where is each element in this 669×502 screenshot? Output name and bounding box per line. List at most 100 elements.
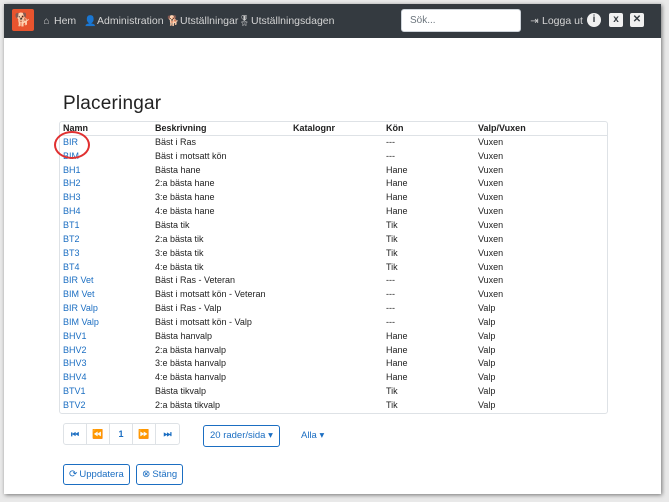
- cell-description: Bäst i Ras: [155, 137, 197, 148]
- dog-logo-icon[interactable]: 🐕: [12, 9, 34, 31]
- cell-description: 2:a bästa tikvalp: [155, 399, 221, 410]
- cell-name[interactable]: BHV4: [60, 370, 152, 384]
- cell-sex: Hane: [386, 164, 408, 175]
- cell-name[interactable]: BHV3: [60, 357, 152, 371]
- cell-age-class: Valp: [478, 358, 496, 369]
- cell-name[interactable]: BT4: [60, 260, 152, 274]
- cell-name[interactable]: BIM Vet: [60, 287, 152, 301]
- users-cog-icon: 👤: [84, 16, 97, 27]
- cell-age-class: Vuxen: [478, 219, 504, 230]
- filter-dropdown[interactable]: Alla ▾: [301, 425, 324, 447]
- table-row[interactable]: BHV4 4:e bästa hanvalp Hane Valp: [60, 370, 607, 384]
- next-page-button[interactable]: ⏩: [133, 424, 156, 444]
- dog-icon: 🐕: [167, 16, 180, 27]
- table-row[interactable]: BIM Vet Bäst i motsatt kön - Veteran --- Vu…: [60, 287, 607, 301]
- excel-file-icon[interactable]: x: [609, 13, 623, 27]
- last-page-button[interactable]: ⏭: [156, 424, 179, 444]
- nav-shows[interactable]: 🐕Utställningar: [167, 4, 238, 38]
- previous-page-button[interactable]: ⏪: [87, 424, 110, 444]
- cell-catalog: [290, 273, 383, 287]
- close-icon[interactable]: ✕: [630, 13, 644, 27]
- cell-catalog: [290, 357, 383, 371]
- home-icon: ⌂: [43, 16, 50, 27]
- cell-name[interactable]: BIR: [60, 135, 152, 149]
- cell-catalog: [290, 398, 383, 412]
- cell-age-class: Valp: [478, 330, 496, 341]
- column-header-name[interactable]: Namn: [60, 122, 152, 136]
- cell-name[interactable]: BH1: [60, 163, 152, 177]
- cell-age-class: Valp: [478, 386, 496, 397]
- cell-name[interactable]: BH3: [60, 190, 152, 204]
- column-header-age-class[interactable]: Valp/Vuxen: [475, 122, 607, 136]
- cell-name[interactable]: BIM: [60, 149, 152, 163]
- table-row[interactable]: BIM Valp Bäst i motsatt kön - Valp --- Valp: [60, 315, 607, 329]
- table-row[interactable]: BIR Valp Bäst i Ras - Valp --- Valp: [60, 301, 607, 315]
- first-page-button[interactable]: ⏮: [64, 424, 87, 444]
- cell-age-class: Vuxen: [478, 247, 504, 258]
- page-size-dropdown[interactable]: 20 rader/sida ▾: [203, 425, 280, 447]
- nav-administration[interactable]: 👤Administration: [84, 4, 164, 38]
- table-row[interactable]: BIM Bäst i motsatt kön --- Vuxen: [60, 149, 607, 163]
- cell-name[interactable]: BHV1: [60, 329, 152, 343]
- cell-name[interactable]: BH2: [60, 177, 152, 191]
- cell-age-class: Vuxen: [478, 261, 504, 272]
- table-row[interactable]: BT4 4:e bästa tik Tik Vuxen: [60, 260, 607, 274]
- cell-name[interactable]: BTV1: [60, 384, 152, 398]
- cell-age-class: Vuxen: [478, 192, 504, 203]
- cell-name[interactable]: BT2: [60, 232, 152, 246]
- cell-name[interactable]: BIM Valp: [60, 315, 152, 329]
- table-row[interactable]: BTV2 2:a bästa tikvalp Tik Valp: [60, 398, 607, 412]
- current-page-button[interactable]: 1: [110, 424, 133, 444]
- close-button[interactable]: ⊗ Stäng: [136, 464, 184, 485]
- cell-age-class: Valp: [478, 344, 496, 355]
- info-icon[interactable]: i: [587, 13, 601, 27]
- cell-name[interactable]: BIR Valp: [60, 301, 152, 315]
- table-row[interactable]: BHV2 2:a bästa hanvalp Hane Valp: [60, 343, 607, 357]
- cell-name[interactable]: BIR Vet: [60, 273, 152, 287]
- table-row[interactable]: BH2 2:a bästa hane Hane Vuxen: [60, 177, 607, 191]
- cell-name[interactable]: BT1: [60, 218, 152, 232]
- cell-sex: Hane: [386, 344, 408, 355]
- nav-show-day[interactable]: 🎖Utställningsdagen: [238, 4, 334, 38]
- cell-catalog: [290, 301, 383, 315]
- refresh-icon: ⟳: [69, 469, 78, 480]
- cell-sex: ---: [386, 150, 395, 161]
- cell-sex: Tik: [386, 399, 398, 410]
- cell-sex: ---: [386, 289, 395, 300]
- cell-catalog: [290, 135, 383, 149]
- table-row[interactable]: BT3 3:e bästa tik Tik Vuxen: [60, 246, 607, 260]
- top-navbar: 🐕 ⌂ Hem 👤Administration 🐕Utställningar 🎖U…: [4, 4, 661, 38]
- cell-name[interactable]: BT3: [60, 246, 152, 260]
- column-header-catalog[interactable]: Katalognr: [290, 122, 383, 136]
- cell-name[interactable]: BTV2: [60, 398, 152, 412]
- table-header-row: Namn Beskrivning Katalognr Kön Valp/Vuxe…: [60, 122, 607, 136]
- cell-sex: Tik: [386, 219, 398, 230]
- cell-sex: Hane: [386, 206, 408, 217]
- cell-sex: Hane: [386, 358, 408, 369]
- table-row[interactable]: BT2 2:a bästa tik Tik Vuxen: [60, 232, 607, 246]
- placements-table: Namn Beskrivning Katalognr Kön Valp/Vuxe…: [59, 121, 608, 414]
- table-row[interactable]: BIR Bäst i Ras --- Vuxen: [60, 135, 607, 149]
- table-row[interactable]: BTV1 Bästa tikvalp Tik Valp: [60, 384, 607, 398]
- cell-name[interactable]: BHV2: [60, 343, 152, 357]
- table-row[interactable]: BH3 3:e bästa hane Hane Vuxen: [60, 190, 607, 204]
- logout-link[interactable]: ⇥ Logga ut: [529, 4, 583, 38]
- sign-out-icon: ⇥: [530, 16, 539, 27]
- table-row[interactable]: BH4 4:e bästa hane Hane Vuxen: [60, 204, 607, 218]
- refresh-button[interactable]: ⟳ Uppdatera: [63, 464, 130, 485]
- cell-age-class: Valp: [478, 399, 496, 410]
- table-row[interactable]: BH1 Bästa hane Hane Vuxen: [60, 163, 607, 177]
- table-row[interactable]: BT1 Bästa tik Tik Vuxen: [60, 218, 607, 232]
- nav-home[interactable]: ⌂ Hem: [41, 4, 76, 38]
- column-header-description[interactable]: Beskrivning: [152, 122, 290, 136]
- search-input[interactable]: [401, 9, 521, 32]
- column-header-sex[interactable]: Kön: [383, 122, 475, 136]
- cell-age-class: Vuxen: [478, 164, 504, 175]
- table-row[interactable]: BHV3 3:e bästa hanvalp Hane Valp: [60, 357, 607, 371]
- cell-catalog: [290, 370, 383, 384]
- cell-age-class: Valp: [478, 316, 496, 327]
- cell-description: Bästa tik: [155, 219, 190, 230]
- table-row[interactable]: BIR Vet Bäst i Ras - Veteran --- Vuxen: [60, 273, 607, 287]
- cell-name[interactable]: BH4: [60, 204, 152, 218]
- table-row[interactable]: BHV1 Bästa hanvalp Hane Valp: [60, 329, 607, 343]
